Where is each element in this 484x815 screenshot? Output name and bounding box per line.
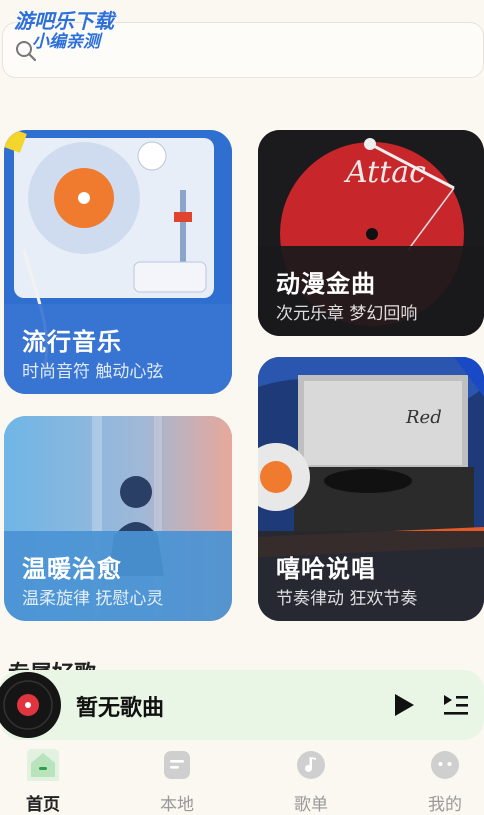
tab-label: 首页 (26, 795, 60, 815)
svg-text:Attac: Attac (343, 155, 426, 190)
card-subtitle: 次元乐章 梦幻回响 (276, 304, 418, 324)
tab-label: 本地 (160, 795, 194, 815)
current-song-title: 暂无歌曲 (76, 696, 165, 721)
svg-text:Red: Red (405, 407, 442, 428)
vinyl-disc-icon (0, 670, 64, 744)
watermark-line1: 游吧乐下载 (14, 9, 114, 33)
play-icon[interactable] (392, 692, 416, 722)
card-label: 动漫金曲 次元乐章 梦幻回响 (258, 246, 484, 336)
tab-label: 我的 (428, 795, 462, 815)
bottom-tab-bar: 首页 本地 歌单 我的 (0, 740, 484, 815)
card-label: 流行音乐 时尚音符 触动心弦 (4, 304, 232, 394)
playlist-queue-icon[interactable] (442, 692, 470, 722)
tab-local[interactable]: 本地 (137, 740, 217, 815)
card-title: 温暖治愈 (22, 555, 122, 583)
watermark-line2: 小编亲测 (32, 32, 100, 52)
home-icon (21, 745, 65, 789)
tab-home[interactable]: 首页 (3, 740, 83, 815)
category-card-pop[interactable]: 流行音乐 时尚音符 触动心弦 (4, 130, 232, 394)
card-label: 嘻哈说唱 节奏律动 狂欢节奏 (258, 531, 484, 621)
card-title: 流行音乐 (22, 328, 122, 356)
watermark: 游吧乐下载 小编亲测 (14, 10, 114, 52)
category-card-hiphop[interactable]: Red 嘻哈说唱 节奏律动 狂欢节奏 (258, 357, 484, 621)
tab-label: 歌单 (294, 795, 328, 815)
category-card-anime[interactable]: Attac 动漫金曲 次元乐章 梦幻回响 (258, 130, 484, 336)
card-subtitle: 时尚音符 触动心弦 (22, 362, 164, 382)
card-label: 温暖治愈 温柔旋律 抚慰心灵 (4, 531, 232, 621)
tab-playlist[interactable]: 歌单 (271, 740, 351, 815)
card-title: 嘻哈说唱 (276, 555, 376, 583)
tab-mine[interactable]: 我的 (405, 740, 484, 815)
music-note-icon (295, 749, 327, 781)
local-file-icon (161, 749, 193, 781)
card-title: 动漫金曲 (276, 270, 376, 298)
card-subtitle: 温柔旋律 抚慰心灵 (22, 589, 164, 609)
category-card-healing[interactable]: 温暖治愈 温柔旋律 抚慰心灵 (4, 416, 232, 621)
profile-face-icon (429, 749, 461, 781)
card-subtitle: 节奏律动 狂欢节奏 (276, 589, 418, 609)
mini-player[interactable]: 暂无歌曲 (0, 670, 484, 740)
